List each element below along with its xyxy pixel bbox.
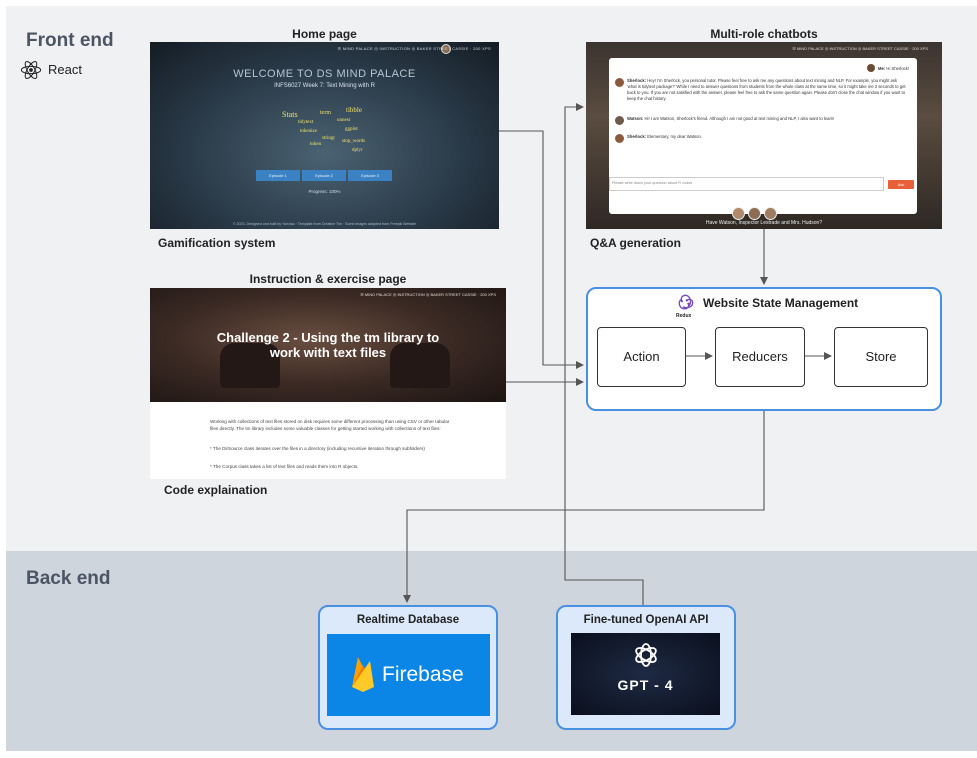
api-to-chat-connector bbox=[564, 103, 644, 605]
redux-to-database-connector bbox=[403, 411, 765, 603]
home-to-redux-connector bbox=[499, 130, 584, 369]
connector-layer bbox=[403, 103, 832, 605]
